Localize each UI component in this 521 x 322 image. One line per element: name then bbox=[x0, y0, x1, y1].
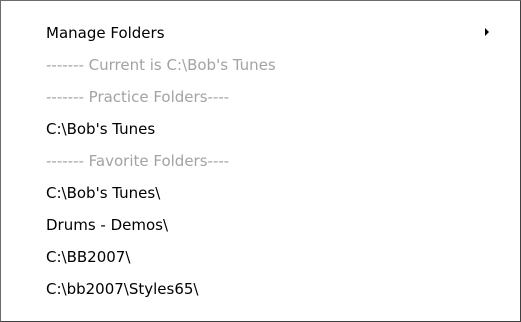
menu-item-label: C:\Bob's Tunes bbox=[46, 120, 156, 138]
menu-item-label: ------- Current is C:\Bob's Tunes bbox=[46, 56, 276, 74]
menu-item-label: C:\BB2007\ bbox=[46, 248, 131, 266]
menu-item-label: ------- Practice Folders---- bbox=[46, 88, 230, 106]
menu-item-label: ------- Favorite Folders---- bbox=[46, 152, 230, 170]
menu-item-drums-demos[interactable]: Drums - Demos\ bbox=[1, 209, 520, 241]
menu-item-manage-folders[interactable]: Manage Folders bbox=[1, 17, 520, 49]
menu-item-label: Drums - Demos\ bbox=[46, 216, 169, 234]
menu-item-label: C:\Bob's Tunes\ bbox=[46, 184, 161, 202]
submenu-arrow-icon bbox=[485, 28, 489, 36]
menu-item-bb2007-styles65[interactable]: C:\bb2007\Styles65\ bbox=[1, 273, 520, 305]
menu-item-favorite-folders-header: ------- Favorite Folders---- bbox=[1, 145, 520, 177]
menu-item-practice-folders-header: ------- Practice Folders---- bbox=[1, 81, 520, 113]
menu-item-label: Manage Folders bbox=[46, 24, 165, 42]
menu-item-practice-bobs-tunes[interactable]: C:\Bob's Tunes bbox=[1, 113, 520, 145]
folders-context-menu: Manage Folders ------- Current is C:\Bob… bbox=[0, 0, 521, 322]
menu-item-bb2007[interactable]: C:\BB2007\ bbox=[1, 241, 520, 273]
menu-item-label: C:\bb2007\Styles65\ bbox=[46, 280, 199, 298]
menu-item-current-folder-header: ------- Current is C:\Bob's Tunes bbox=[1, 49, 520, 81]
menu-item-favorite-bobs-tunes[interactable]: C:\Bob's Tunes\ bbox=[1, 177, 520, 209]
